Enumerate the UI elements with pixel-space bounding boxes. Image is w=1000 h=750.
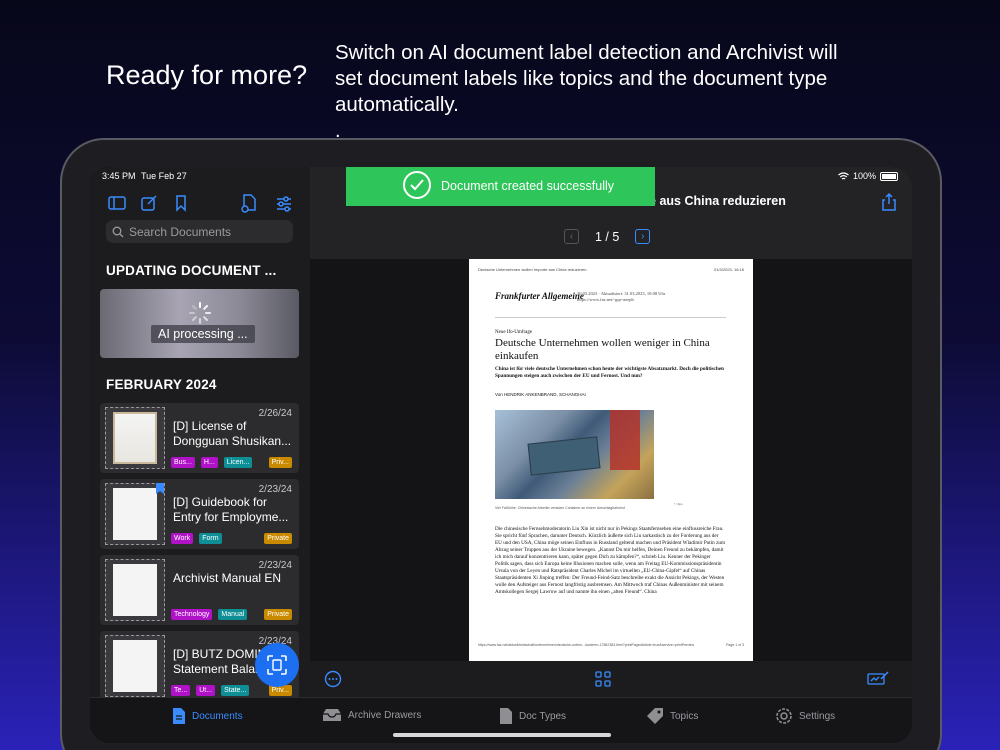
page-footer-url: https://www.faz.net/aktuell/wirtschaft/u… <box>478 643 695 647</box>
wifi-icon <box>838 171 849 179</box>
document-date: 2/23/24 <box>258 560 292 571</box>
tag-icon <box>647 708 663 724</box>
tag-badge: H... <box>200 457 218 468</box>
article-headline: Deutsche Unternehmen wollen weniger in C… <box>495 337 710 362</box>
signature-icon[interactable] <box>867 670 889 688</box>
search-placeholder: Search Documents <box>129 224 232 239</box>
gear-icon <box>776 708 792 724</box>
updating-section-header: UPDATING DOCUMENT ... <box>106 263 277 278</box>
tag-badge: Manual <box>218 609 248 620</box>
document-thumbnail <box>105 635 165 697</box>
document-page: Deutsche Unternehmen wollen Importe aus … <box>469 259 753 661</box>
page-indicator: 1 / 5 <box>595 229 620 244</box>
article-author: Von HENDRIK ANKENBRAND, SCHANGHAI <box>495 392 586 397</box>
privacy-badge: Private <box>264 533 292 544</box>
document-date: 2/23/24 <box>258 484 292 495</box>
toast-message: Document created successfully <box>441 179 614 193</box>
document-list-item[interactable]: 2/26/24 [D] License of Dongguan Shusikan… <box>100 403 299 473</box>
document-title: Archivist Manual EN <box>173 571 282 585</box>
privacy-badge: Priv... <box>268 457 292 468</box>
ai-processing-card: AI processing ... <box>100 289 299 358</box>
spinner-icon <box>189 302 211 324</box>
more-icon[interactable] <box>324 670 342 688</box>
article-lead: China ist für viele deutsche Unternehmen… <box>495 366 724 379</box>
share-icon[interactable] <box>880 192 898 212</box>
document-list-item[interactable]: 2/23/24 [D] Guidebook for Entry for Empl… <box>100 479 299 549</box>
tab-label: Settings <box>799 710 836 722</box>
document-viewer[interactable]: Deutsche Unternehmen wollen Importe aus … <box>310 259 912 728</box>
success-toast: Document created successfully <box>346 167 655 206</box>
tab-archive-drawers[interactable]: Archive Drawers <box>322 707 421 723</box>
page-navigator: ‹ 1 / 5 › <box>564 229 651 244</box>
photo-credit: © dpa <box>674 502 683 506</box>
battery-percent: 100% <box>852 171 876 181</box>
article-body: Die chinesische Fernsehmoderatorin Liu X… <box>495 526 725 595</box>
newspaper-masthead: Frankfurter Allgemeine <box>495 291 584 301</box>
document-thumbnail <box>105 407 165 469</box>
tag-badge: Bus... <box>171 457 195 468</box>
scan-document-button[interactable] <box>255 643 299 687</box>
tab-label: Archive Drawers <box>348 709 422 721</box>
tag-badge: State... <box>221 685 250 696</box>
checkmark-icon <box>403 171 431 199</box>
hero-description: Switch on AI document label detection an… <box>335 41 838 116</box>
status-date: Tue Feb 27 <box>141 171 187 181</box>
document-list-item[interactable]: 2/23/24 Archivist Manual EN Technology M… <box>100 555 299 625</box>
battery-icon <box>880 171 898 181</box>
document-title: [D] License of Dongguan Shusikan... <box>173 419 292 448</box>
document-detail-pane: rte aus China reduzieren ‹ 1 / 5 › Deuts… <box>310 167 912 728</box>
document-icon <box>173 708 185 724</box>
tab-topics[interactable]: Topics <box>646 707 698 725</box>
article-photo <box>495 410 654 499</box>
scan-icon <box>267 655 287 675</box>
tag-badge: Technology <box>171 609 213 620</box>
search-icon <box>112 226 124 237</box>
publish-info: 30.03.2023 · Aktualisiert: 31.03.2023, 1… <box>577 291 666 302</box>
tab-label: Documents <box>192 710 243 722</box>
document-toolbar <box>310 661 912 697</box>
ipad-screen: Search Documents UPDATING DOCUMENT ... A… <box>90 167 912 743</box>
tag-badge: Form <box>199 533 222 544</box>
tag-badge: Ut... <box>196 685 216 696</box>
document-title: [D] Guidebook for Entry for Employme... <box>173 495 289 524</box>
new-document-icon[interactable] <box>239 193 259 213</box>
sidebar-toggle-icon[interactable] <box>107 193 127 213</box>
status-time: 3:45 PM <box>102 171 136 181</box>
hero-title: Ready for more? <box>106 60 308 90</box>
next-page-button[interactable]: › <box>635 229 651 244</box>
grid-icon[interactable] <box>594 670 612 688</box>
document-header-title: rte aus China reduzieren <box>640 194 786 208</box>
page-meta-left: Deutsche Unternehmen wollen Importe aus … <box>478 267 587 272</box>
tag-badge: Work <box>171 533 194 544</box>
privacy-badge: Private <box>264 609 292 620</box>
divider <box>495 317 726 318</box>
doc-icon <box>500 708 512 724</box>
previous-page-button[interactable]: ‹ <box>564 229 579 244</box>
compose-icon[interactable] <box>139 193 159 213</box>
document-thumbnail <box>105 559 165 621</box>
tab-label: Topics <box>670 710 699 722</box>
document-date: 2/26/24 <box>258 408 292 419</box>
tab-doc-types[interactable]: Doc Types <box>499 707 566 725</box>
filter-settings-icon[interactable] <box>274 193 294 213</box>
tab-documents[interactable]: Documents <box>172 707 243 725</box>
article-kicker: Neue Ifo-Umfrage <box>495 330 533 335</box>
page-meta-right: 01/3/2023, 16:16 <box>713 267 744 272</box>
tray-icon <box>323 709 341 721</box>
tag-badge: Te... <box>171 685 191 696</box>
tab-settings[interactable]: Settings <box>775 707 835 725</box>
bookmark-icon[interactable] <box>171 193 191 213</box>
sidebar: Search Documents UPDATING DOCUMENT ... A… <box>90 167 310 701</box>
bookmark-icon <box>156 483 164 494</box>
home-indicator[interactable] <box>393 733 611 737</box>
tab-label: Doc Types <box>519 710 567 722</box>
tag-badge: Licen... <box>223 457 253 468</box>
search-input[interactable]: Search Documents <box>106 220 293 243</box>
ai-processing-label: AI processing ... <box>151 325 255 343</box>
photo-caption: Viel Faßhöhe: Chinesische Arbeiter verla… <box>495 506 625 510</box>
month-section-header: FEBRUARY 2024 <box>106 377 217 392</box>
page-footer-number: Page 1 of 3 <box>726 643 744 647</box>
